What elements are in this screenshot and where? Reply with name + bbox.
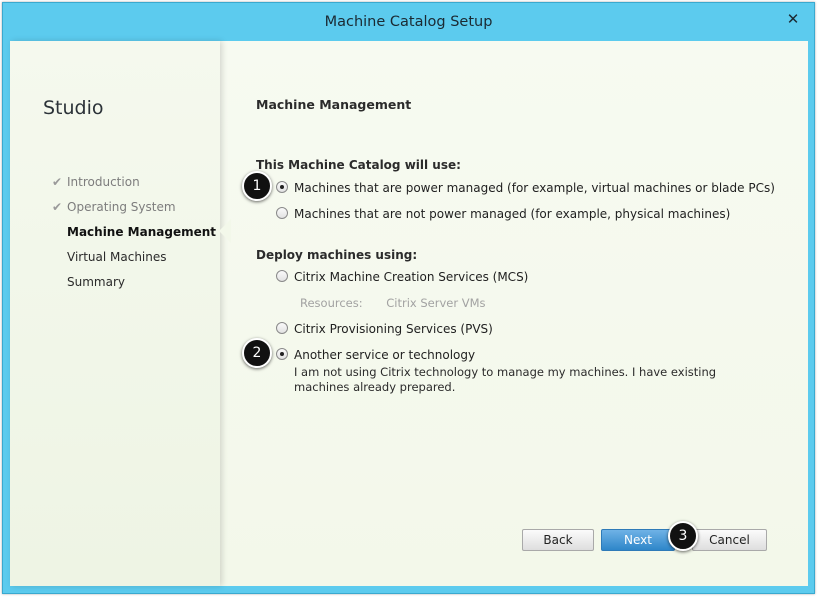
step-label: Introduction — [67, 175, 140, 189]
step-label: Machine Management — [67, 225, 216, 239]
window-title: Machine Catalog Setup — [324, 14, 493, 30]
step-virtual-machines[interactable]: Virtual Machines — [10, 248, 220, 273]
step-label: Virtual Machines — [67, 250, 167, 264]
wizard-window: Machine Catalog Setup ✕ Studio ✔ Introdu… — [2, 2, 815, 594]
resources-row: Resources: Citrix Server VMs — [300, 296, 486, 310]
radio-label: Machines that are not power managed (for… — [294, 207, 731, 221]
deploy-label: Deploy machines using: — [256, 248, 418, 262]
wizard-nav: Studio ✔ Introduction ✔ Operating System… — [10, 41, 231, 586]
wizard-body: Studio ✔ Introduction ✔ Operating System… — [10, 41, 808, 586]
radio-button[interactable] — [276, 322, 288, 334]
step-badge-3: 3 — [668, 521, 698, 551]
radio-button[interactable] — [276, 181, 288, 193]
radio-label: Citrix Provisioning Services (PVS) — [294, 322, 493, 336]
resources-value: Citrix Server VMs — [386, 296, 486, 310]
step-operating-system[interactable]: ✔ Operating System — [10, 198, 220, 223]
resources-label: Resources: — [300, 296, 363, 310]
back-button[interactable]: Back — [522, 529, 594, 551]
step-label: Summary — [67, 275, 125, 289]
check-icon: ✔ — [52, 200, 63, 214]
page-title: Machine Management — [256, 97, 412, 112]
radio-button[interactable] — [276, 270, 288, 282]
radio-label: Machines that are power managed (for exa… — [294, 181, 775, 195]
cancel-button[interactable]: Cancel — [692, 529, 767, 551]
catalog-use-label: This Machine Catalog will use: — [256, 158, 461, 172]
radio-label: Citrix Machine Creation Services (MCS) — [294, 270, 529, 284]
wizard-content: Machine Management This Machine Catalog … — [250, 41, 800, 586]
step-label: Operating System — [67, 200, 176, 214]
radio-button[interactable] — [276, 207, 288, 219]
check-icon: ✔ — [52, 175, 63, 189]
wizard-steps: ✔ Introduction ✔ Operating System Machin… — [10, 173, 231, 298]
step-summary[interactable]: Summary — [10, 273, 220, 298]
step-introduction[interactable]: ✔ Introduction — [10, 173, 220, 198]
active-step-pointer — [219, 219, 231, 243]
studio-title: Studio — [43, 97, 104, 119]
radio-button[interactable] — [276, 348, 288, 360]
step-badge-2: 2 — [242, 338, 272, 368]
step-badge-1: 1 — [242, 171, 272, 201]
next-button[interactable]: Next — [601, 529, 675, 551]
step-machine-management[interactable]: Machine Management — [10, 219, 231, 248]
close-icon[interactable]: ✕ — [782, 10, 804, 28]
another-technology-description: I am not using Citrix technology to mana… — [294, 365, 717, 394]
radio-label: Another service or technology — [294, 348, 476, 362]
